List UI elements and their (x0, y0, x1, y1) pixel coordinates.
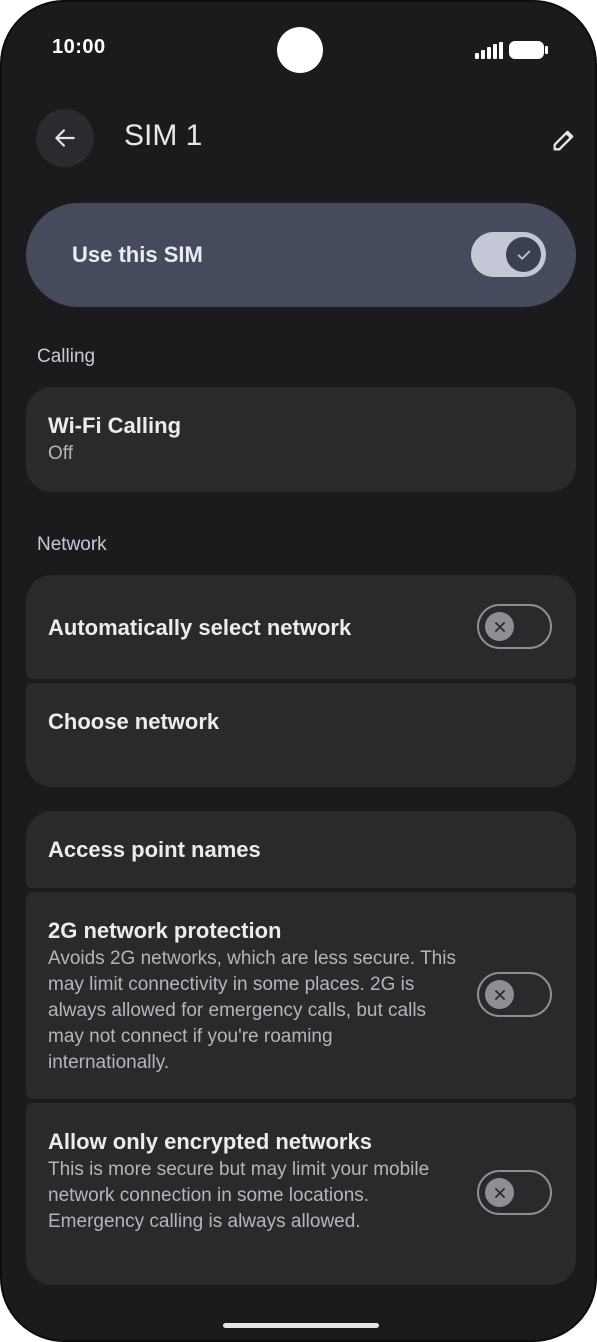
choose-network-row[interactable]: Choose network (26, 683, 576, 787)
toggle-knob (485, 612, 514, 641)
pencil-icon (553, 130, 574, 151)
battery-icon (509, 41, 548, 59)
encrypted-networks-title: Allow only encrypted networks (48, 1129, 372, 1154)
wifi-calling-title: Wi-Fi Calling (48, 413, 182, 438)
2g-protection-description: Avoids 2G networks, which are less secur… (48, 948, 456, 1073)
close-icon (494, 621, 505, 632)
home-indicator[interactable] (223, 1323, 379, 1328)
back-button[interactable] (36, 109, 94, 167)
front-camera (277, 27, 323, 73)
toggle-knob (485, 980, 514, 1009)
edit-button[interactable] (544, 120, 584, 160)
2g-protection-row[interactable]: 2G network protection Avoids 2G networks… (26, 892, 576, 1099)
auto-select-network-title: Automatically select network (48, 615, 352, 640)
status-time: 10:00 (52, 36, 106, 58)
page-title: SIM 1 (124, 119, 203, 152)
use-this-sim-label: Use this SIM (72, 242, 203, 267)
arrow-back-icon (55, 129, 75, 147)
use-this-sim-row[interactable]: Use this SIM (26, 203, 576, 307)
section-network: Network (37, 534, 107, 555)
access-point-names-row[interactable]: Access point names (26, 811, 576, 888)
2g-protection-title: 2G network protection (48, 918, 282, 943)
section-calling: Calling (37, 346, 96, 367)
choose-network-title: Choose network (48, 709, 220, 734)
auto-select-network-row[interactable]: Automatically select network (26, 575, 576, 679)
phone-screen: 10:00 SIM 1 Use this SIM Calling Wi-Fi C… (0, 0, 597, 1342)
close-icon (494, 1187, 505, 1198)
access-point-names-title: Access point names (48, 837, 261, 862)
toggle-knob (506, 237, 541, 272)
close-icon (494, 989, 505, 1000)
wifi-calling-status: Off (48, 443, 73, 464)
auto-select-network-toggle[interactable] (477, 604, 552, 649)
encrypted-networks-description: This is more secure but may limit your m… (48, 1159, 430, 1232)
use-this-sim-toggle[interactable] (471, 232, 546, 277)
check-icon (517, 250, 530, 260)
wifi-calling-row[interactable]: Wi-Fi Calling Off (26, 387, 576, 492)
2g-protection-toggle[interactable] (477, 972, 552, 1017)
toggle-knob (485, 1178, 514, 1207)
cellular-signal-icon (475, 42, 503, 59)
encrypted-networks-toggle[interactable] (477, 1170, 552, 1215)
encrypted-networks-row[interactable]: Allow only encrypted networks This is mo… (26, 1103, 576, 1285)
